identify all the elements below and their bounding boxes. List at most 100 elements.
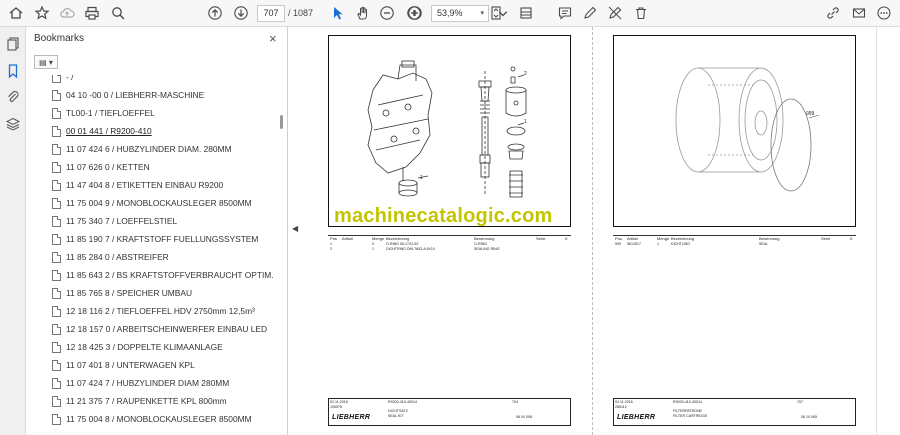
title-sheet: 704 [512, 400, 518, 404]
fit-dropdown-icon[interactable] [498, 3, 508, 23]
share-link-icon[interactable] [823, 3, 843, 23]
erase-markup-icon[interactable] [605, 3, 625, 23]
filter-cartridge-drawing [675, 67, 820, 192]
bookmark-options-button[interactable]: ▤ ▾ [34, 55, 58, 69]
title-drawing-number: R9200-410-40014 [388, 400, 417, 404]
page-icon [52, 162, 61, 173]
table-header-cell: Pos [330, 236, 337, 241]
table-header-cell: Benennung [474, 236, 495, 241]
zoom-out-icon[interactable] [377, 3, 397, 23]
page-icon [52, 414, 61, 425]
title-date: 02.11.2016 [330, 400, 348, 404]
home-icon[interactable] [6, 3, 26, 23]
table-header-cell: Bezeichnung [671, 236, 695, 241]
page-icon [52, 360, 61, 371]
table-cell: 5612817 [627, 242, 641, 246]
bookmark-label: TL00-1 / TIEFLOEFFEL [66, 108, 155, 118]
table-header-cell: Serie [821, 236, 831, 241]
title-code: 285112 [615, 405, 627, 409]
comment-icon[interactable] [555, 3, 575, 23]
zoom-in-button-icon[interactable] [405, 3, 425, 23]
hand-tool-icon[interactable] [353, 3, 373, 23]
mail-icon[interactable] [849, 3, 869, 23]
page-separator [592, 27, 593, 435]
bookmark-label: 11 85 284 0 / ABSTREIFER [66, 252, 169, 262]
bookmark-list: - / 04 10 -00 0 / LIEBHERR-MASCHINE TL00-1… [26, 75, 278, 435]
title-sheet: 707 [797, 400, 803, 404]
bookmarks-panel-icon[interactable] [5, 63, 21, 79]
pdf-page-707: 999 Pos Artikel Menge Bezeichnung Benennung S… [613, 35, 856, 427]
search-icon[interactable] [108, 3, 128, 23]
title-name-en: SEAL KIT [388, 414, 404, 418]
close-icon[interactable]: × [269, 31, 277, 46]
valve-exploded-drawing [367, 60, 527, 198]
callout-label: 1 [524, 119, 527, 125]
page-icon [52, 270, 61, 281]
title-number: 06 10 065 [801, 415, 817, 419]
page-icon [52, 216, 61, 227]
page-icon [52, 180, 61, 191]
bookmark-label: 11 85 190 7 / KRAFTSTOFF FUELLUNGSSYSTEM [66, 234, 259, 244]
title-block [328, 398, 571, 426]
bookmark-star-icon[interactable] [32, 3, 52, 23]
liebherr-logo: LIEBHERR [332, 414, 371, 421]
callout-label: 999 [806, 111, 815, 117]
title-name-de: FILTERPATRONE [673, 409, 702, 413]
bookmark-label: 11 07 401 8 / UNTERWAGEN KPL [66, 360, 195, 370]
liebherr-logo: LIEBHERR [617, 414, 656, 421]
bookmark-label: 00 01 441 / R9200-410 [66, 126, 152, 136]
attachments-icon[interactable] [5, 89, 21, 105]
bookmark-label: 11 85 765 8 / SPEICHER UMBAU [66, 288, 192, 298]
table-cell: SEALING RING [474, 247, 500, 251]
page-icon [52, 288, 61, 299]
table-cell: 1 [330, 242, 332, 246]
table-cell: DICHTRING DIN 7603-A 6X10 [386, 247, 435, 251]
bookmark-scrollbar[interactable] [278, 75, 286, 435]
page-icon [52, 198, 61, 209]
page-icon [52, 144, 61, 155]
bookmark-label: 11 75 004 8 / MONOBLOCKAUSLEGER 8500MM [66, 414, 252, 424]
cloud-upload-icon[interactable] [57, 3, 77, 23]
previous-page-icon[interactable] [205, 3, 225, 23]
page-icon [52, 90, 61, 101]
toolbar: 707 / 1087 53,9% ▾ [0, 0, 900, 27]
trash-icon[interactable] [631, 3, 651, 23]
page-icon [52, 306, 61, 317]
page-icon [52, 324, 61, 335]
bookmark-label: 11 07 424 7 / HUBZYLINDER DIAM 280MM [66, 378, 230, 388]
bookmark-label: 04 10 -00 0 / LIEBHERR-MASCHINE [66, 90, 205, 100]
page-icon [52, 342, 61, 353]
pencil-icon[interactable] [580, 3, 600, 23]
page-icon [52, 108, 61, 119]
title-name-de: DICHTSATZ [388, 409, 408, 413]
pdf-page-704: 1 2 1 2 Pos Artikel MengeBezeichnung Benenn… [328, 35, 571, 427]
layers-icon[interactable] [5, 116, 21, 132]
bookmark-label: 12 18 425 3 / DOPPELTE KLIMAANLAGE [66, 342, 223, 352]
page-number-input[interactable]: 707 [257, 5, 285, 22]
bookmark-label: 11 75 340 7 / LOEFFELSTIEL [66, 216, 178, 226]
bookmarks-panel: Bookmarks × ▤ ▾ - / 04 10 -00 0 / LIEBHER… [26, 27, 288, 435]
scroll-mode-icon[interactable] [516, 3, 536, 23]
table-header-cell: Menge [372, 236, 385, 241]
title-date: 02.11.2016 [615, 400, 633, 404]
table-cell: 2 [330, 247, 332, 251]
table-cell: SEAL [759, 242, 769, 246]
page-icon [52, 396, 61, 407]
collapse-left-arrow-icon[interactable]: ◀ [292, 224, 298, 233]
print-icon[interactable] [82, 3, 102, 23]
next-page-icon[interactable] [231, 3, 251, 23]
title-name-en: FILTER CARTRIDGE [673, 414, 708, 418]
bookmark-label: - / [66, 75, 74, 82]
zoom-level-select[interactable]: 53,9% ▾ [431, 5, 489, 22]
page-icon [52, 234, 61, 245]
bookmark-label: 11 07 424 6 / HUBZYLINDER DIAM. 280MM [66, 144, 232, 154]
table-cell: 1 [372, 247, 374, 251]
bookmark-label: 12 18 116 2 / TIEFLOEFFEL HDV 2750mm 12,… [66, 306, 255, 316]
page-thumbnails-icon[interactable] [5, 36, 21, 52]
table-header-cell: Bezeichnung [386, 236, 410, 241]
right-rail [876, 27, 900, 435]
select-cursor-icon[interactable] [328, 3, 348, 23]
scrollbar-thumb[interactable] [280, 115, 283, 129]
more-options-icon[interactable] [874, 3, 894, 23]
table-cell: O-RING 55,17X2,62 [386, 242, 419, 246]
